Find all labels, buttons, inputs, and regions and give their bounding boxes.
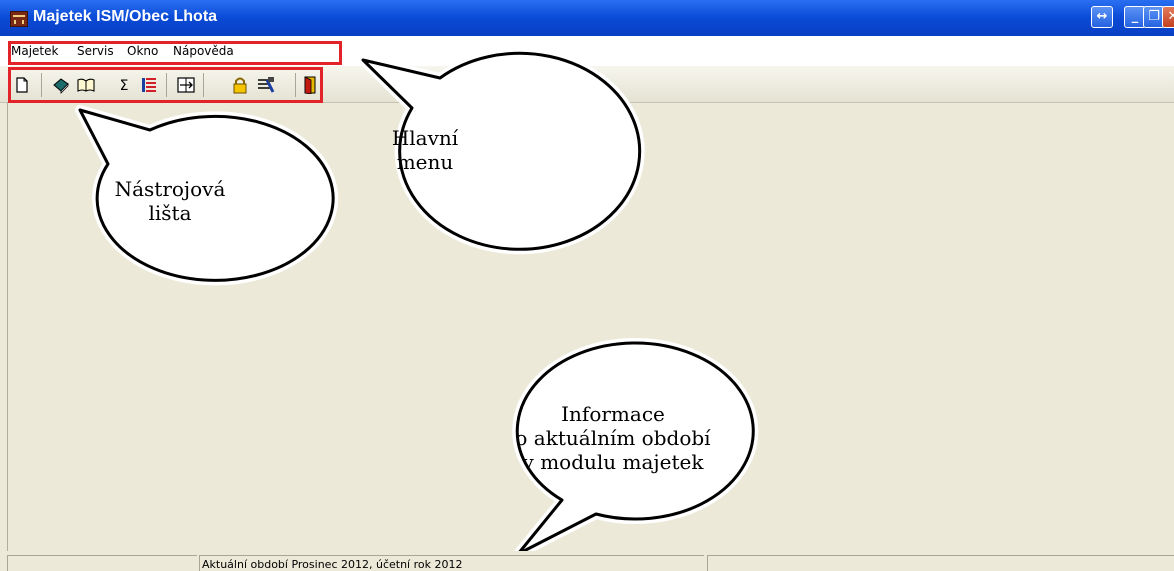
status-panel-right	[707, 555, 1174, 571]
info-callout-text: Informace o aktuálním období v modulu ma…	[500, 402, 726, 474]
callout-shapes	[75, 48, 759, 559]
info-callout-line: Informace	[561, 402, 665, 426]
status-period-text: Aktuální období Prosinec 2012, účetní ro…	[202, 558, 463, 571]
menu-callout-line: Hlavní	[391, 126, 459, 150]
info-callout-line: o aktuálním období	[515, 426, 711, 450]
menu-callout-text: Hlavní menu	[370, 126, 480, 174]
status-panel-left	[7, 555, 197, 571]
menu-callout-line: menu	[396, 150, 454, 174]
toolbar-callout-line: lišta	[148, 201, 192, 225]
toolbar-callout-text: Nástrojová lišta	[95, 177, 245, 225]
info-callout-line: v modulu majetek	[522, 450, 704, 474]
toolbar-callout-line: Nástrojová	[114, 177, 226, 201]
